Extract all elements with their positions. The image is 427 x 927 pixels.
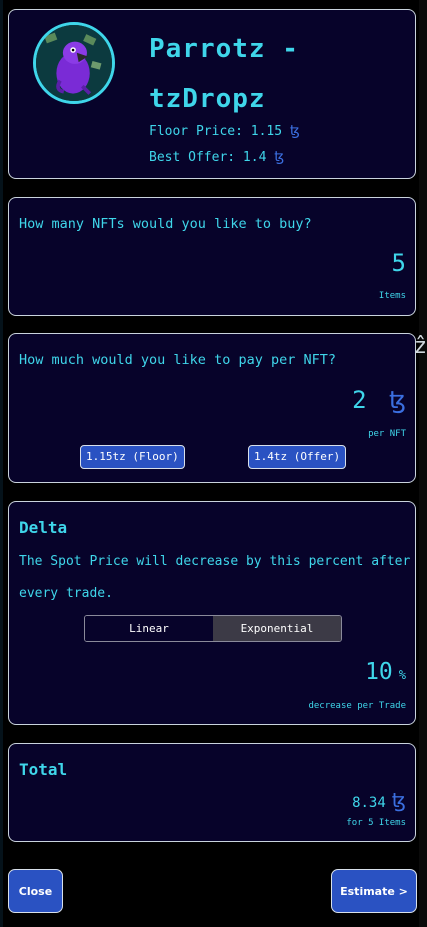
quantity-card: How many NFTs would you like to buy? 5 I… — [8, 197, 416, 316]
total-title: Total — [19, 760, 68, 779]
percent-sign: % — [398, 668, 406, 682]
tezos-icon: ꜩ — [289, 123, 300, 139]
floor-price: Floor Price: 1.15 ꜩ — [149, 123, 300, 139]
parrot-avatar-icon — [36, 25, 112, 101]
exponential-option[interactable]: Exponential — [213, 616, 341, 641]
close-button[interactable]: Close — [8, 869, 63, 913]
tezos-icon: ꜩ — [274, 149, 285, 165]
delta-description: The Spot Price will decrease by this per… — [19, 554, 411, 601]
best-offer-text: Best Offer: 1.4 — [149, 150, 267, 165]
background-right-edge — [419, 0, 427, 927]
offer-preset-button[interactable]: 1.4tz (Offer) — [248, 445, 347, 469]
delta-mode-toggle[interactable]: Linear Exponential — [84, 615, 342, 642]
best-offer: Best Offer: 1.4 ꜩ — [149, 149, 284, 165]
price-card: How much would you like to pay per NFT? … — [8, 333, 416, 483]
collection-header-card: Parrotz - tzDropz Floor Price: 1.15 ꜩ Be… — [8, 9, 416, 179]
quantity-input[interactable]: 5 — [392, 249, 406, 277]
total-value: 8.34 — [352, 795, 386, 811]
tezos-icon: ꜩ — [388, 386, 406, 414]
collection-title: Parrotz - tzDropz — [149, 34, 299, 114]
price-question: How much would you like to pay per NFT? — [19, 352, 336, 368]
delta-unit: decrease per Trade — [308, 701, 406, 711]
floor-preset-button[interactable]: 1.15tz (Floor) — [80, 445, 185, 469]
price-unit: per NFT — [368, 429, 406, 439]
total-note: for 5 Items — [346, 818, 406, 828]
delta-value: 10 — [365, 659, 393, 685]
delta-input[interactable]: 10% — [365, 659, 406, 685]
quantity-question: How many NFTs would you like to buy? — [19, 216, 312, 232]
tezos-icon: ꜩ — [391, 788, 406, 812]
price-value: 2 — [352, 386, 367, 414]
estimate-button[interactable]: Estimate > — [331, 869, 417, 913]
delta-title: Delta — [19, 518, 68, 537]
linear-option[interactable]: Linear — [85, 616, 213, 641]
collection-avatar — [33, 22, 115, 104]
delta-card: Delta The Spot Price will decrease by th… — [8, 501, 416, 725]
floor-price-text: Floor Price: 1.15 — [149, 124, 283, 139]
total-card: Total 8.34 ꜩ for 5 Items — [8, 743, 416, 842]
quantity-unit: Items — [378, 291, 406, 301]
background-left-edge — [0, 0, 3, 927]
total-amount: 8.34 ꜩ — [352, 788, 406, 812]
price-input[interactable]: 2 ꜩ — [352, 386, 406, 414]
